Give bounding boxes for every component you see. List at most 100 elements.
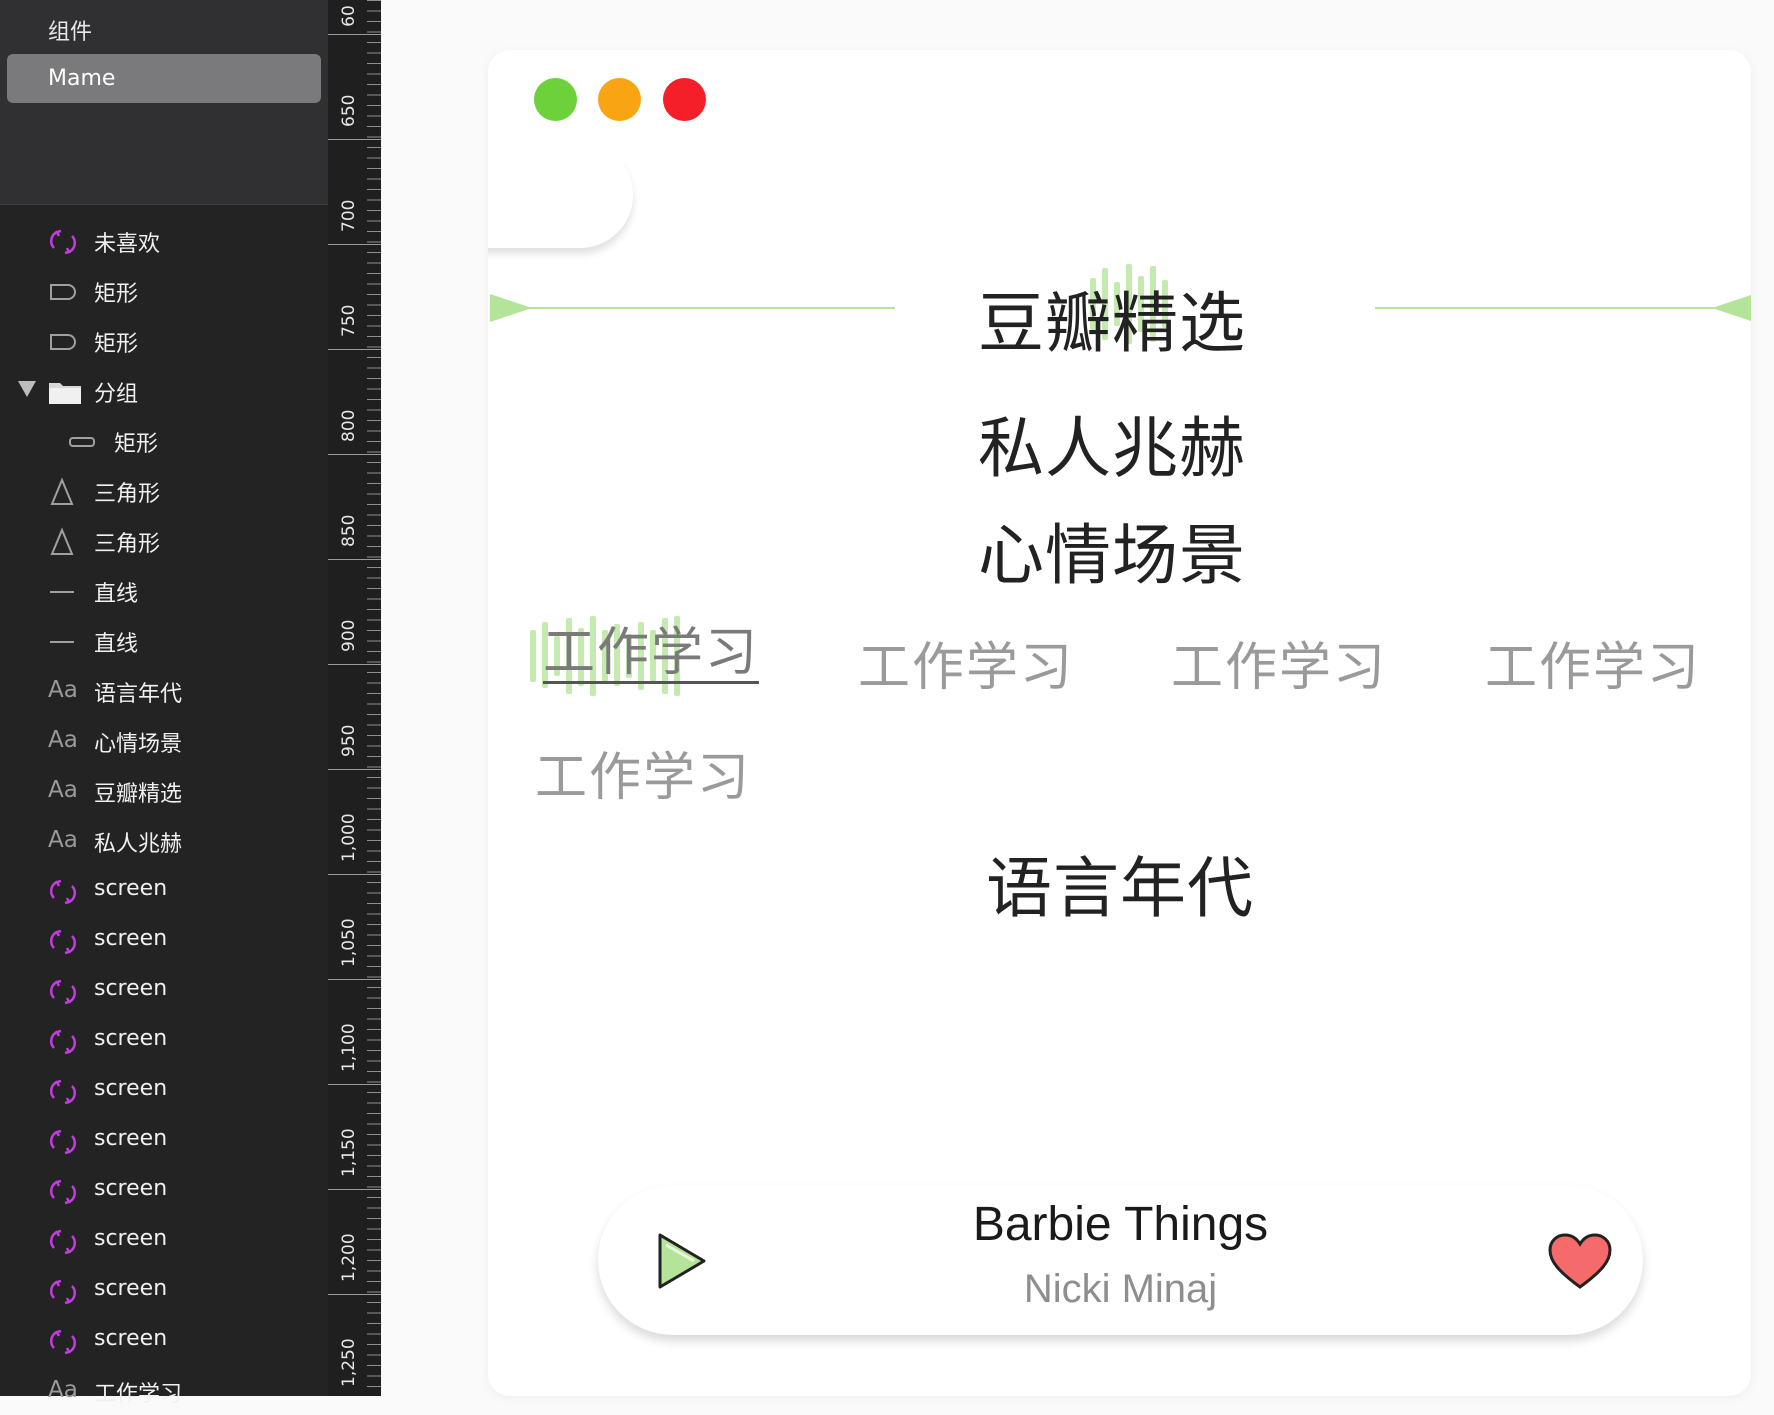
text-icon: Aa xyxy=(48,727,78,753)
ruler-major-tick xyxy=(328,454,381,455)
symbol-icon xyxy=(48,1077,78,1105)
right-triangle-marker xyxy=(1712,294,1751,322)
layer-item[interactable]: 三角形 xyxy=(0,515,328,565)
artist-name: Nicki Minaj xyxy=(1023,1267,1218,1311)
components-panel: 组件 Mame xyxy=(0,0,328,205)
layer-item[interactable]: screen xyxy=(0,1065,328,1115)
ruler-label: 1,250 xyxy=(339,1338,359,1387)
layer-item[interactable]: 未喜欢 xyxy=(0,215,328,265)
layer-label: 三角形 xyxy=(94,482,161,507)
heart-icon[interactable] xyxy=(1548,1233,1612,1295)
ruler-label: 850 xyxy=(339,514,359,547)
layer-item[interactable]: screen xyxy=(0,1315,328,1365)
ruler-major-tick xyxy=(328,769,381,770)
ruler-label: 750 xyxy=(339,304,359,337)
ruler-major-tick xyxy=(328,874,381,875)
layer-item[interactable]: screen xyxy=(0,865,328,915)
symbol-icon xyxy=(48,1277,78,1305)
symbol-icon xyxy=(48,227,78,255)
ruler-label: 700 xyxy=(339,199,359,232)
symbol-icon xyxy=(48,1177,78,1205)
green-traffic-light[interactable] xyxy=(534,78,577,121)
text-icon: Aa xyxy=(48,1377,78,1403)
symbol-icon xyxy=(48,1027,78,1055)
left-divider-line xyxy=(518,307,895,309)
ruler-label: 650 xyxy=(339,94,359,127)
layer-label: 豆瓣精选 xyxy=(94,782,183,807)
symbol-icon xyxy=(48,1227,78,1255)
layer-item[interactable]: screen xyxy=(0,1215,328,1265)
ruler-label: 1,150 xyxy=(339,1128,359,1177)
layer-label: 分组 xyxy=(94,382,139,407)
layer-label: screen xyxy=(94,1276,168,1301)
ruler-ticks xyxy=(367,0,381,1396)
ruler-major-tick xyxy=(328,664,381,665)
layer-label: 直线 xyxy=(94,632,139,657)
components-title: 组件 xyxy=(48,20,93,45)
rectangle-icon xyxy=(48,277,78,303)
layer-item[interactable]: screen xyxy=(0,1165,328,1215)
layer-label: 直线 xyxy=(94,582,139,607)
layer-item[interactable]: Aa 豆瓣精选 xyxy=(0,765,328,815)
disclosure-triangle-icon[interactable] xyxy=(18,381,36,397)
ruler-major-tick xyxy=(328,559,381,560)
layer-item[interactable]: 矩形 xyxy=(0,265,328,315)
tag-item[interactable]: 工作学习 xyxy=(1485,625,1701,700)
category-language[interactable]: 语言年代 xyxy=(986,835,1254,931)
layer-label: screen xyxy=(94,1326,168,1351)
text-icon: Aa xyxy=(48,777,78,803)
selected-component[interactable]: Mame xyxy=(7,54,321,103)
layer-label: 三角形 xyxy=(94,532,161,557)
layer-item[interactable]: 分组 xyxy=(0,365,328,415)
folder-icon xyxy=(48,377,81,404)
red-traffic-light[interactable] xyxy=(663,78,706,121)
layer-item[interactable]: Aa 语言年代 xyxy=(0,665,328,715)
line-icon xyxy=(48,577,78,603)
category-douban[interactable]: 豆瓣精选 xyxy=(978,270,1246,366)
layer-item[interactable]: Aa 私人兆赫 xyxy=(0,815,328,865)
tag-active[interactable]: 工作学习 xyxy=(543,625,760,684)
layer-item[interactable]: 直线 xyxy=(0,565,328,615)
layer-label: 矩形 xyxy=(94,332,139,357)
layer-item[interactable]: screen xyxy=(0,965,328,1015)
vertical-ruler: 60 650 700 750 800 850 900 950 1,000 1,0… xyxy=(328,0,383,1396)
ruler-major-tick xyxy=(328,349,381,350)
ruler-label: 1,000 xyxy=(339,813,359,862)
ruler-label: 800 xyxy=(339,409,359,442)
layer-label: screen xyxy=(94,976,168,1001)
layer-item[interactable]: screen xyxy=(0,915,328,965)
tag-item[interactable]: 工作学习 xyxy=(858,625,1074,700)
layer-item[interactable]: 矩形 xyxy=(0,415,328,465)
layer-label: screen xyxy=(94,1026,168,1051)
layer-item[interactable]: Aa 心情场景 xyxy=(0,715,328,765)
layers-sidebar: 组件 Mame 未喜欢 矩形 矩形 分组 矩形 三角形 三角形 直线 直线 Aa… xyxy=(0,0,328,1407)
layer-item[interactable]: screen xyxy=(0,1115,328,1165)
ruler-label: 950 xyxy=(339,724,359,757)
layer-item[interactable]: screen xyxy=(0,1015,328,1065)
layer-item[interactable]: 直线 xyxy=(0,615,328,665)
ruler-major-tick xyxy=(328,1084,381,1085)
layer-label: screen xyxy=(94,876,168,901)
layer-item[interactable]: Aa 工作学习 xyxy=(0,1365,328,1415)
yellow-traffic-light[interactable] xyxy=(598,78,641,121)
layer-item[interactable]: screen xyxy=(0,1265,328,1315)
text-icon: Aa xyxy=(48,677,78,703)
layer-label: 未喜欢 xyxy=(94,232,161,257)
ruler-major-tick xyxy=(328,34,381,35)
layer-item[interactable]: 三角形 xyxy=(0,465,328,515)
category-mood[interactable]: 心情场景 xyxy=(978,502,1246,598)
layer-label: screen xyxy=(94,1226,168,1251)
ruler-major-tick xyxy=(328,139,381,140)
layer-item[interactable]: 矩形 xyxy=(0,315,328,365)
symbol-icon xyxy=(48,927,78,955)
tag-item[interactable]: 工作学习 xyxy=(1171,625,1387,700)
tag-item[interactable]: 工作学习 xyxy=(535,735,751,810)
ruler-major-tick xyxy=(328,1189,381,1190)
symbol-icon xyxy=(48,977,78,1005)
rectangle-icon xyxy=(68,427,98,453)
app-window-artboard[interactable]: 豆瓣精选 私人兆赫 心情场景 工作学习 工作学习 工作学习 工作学习 工作学习 … xyxy=(488,50,1751,1396)
ruler-major-tick xyxy=(328,1294,381,1295)
menu-pill-tab[interactable] xyxy=(488,142,633,248)
category-private[interactable]: 私人兆赫 xyxy=(978,395,1246,491)
layer-label: screen xyxy=(94,1076,168,1101)
